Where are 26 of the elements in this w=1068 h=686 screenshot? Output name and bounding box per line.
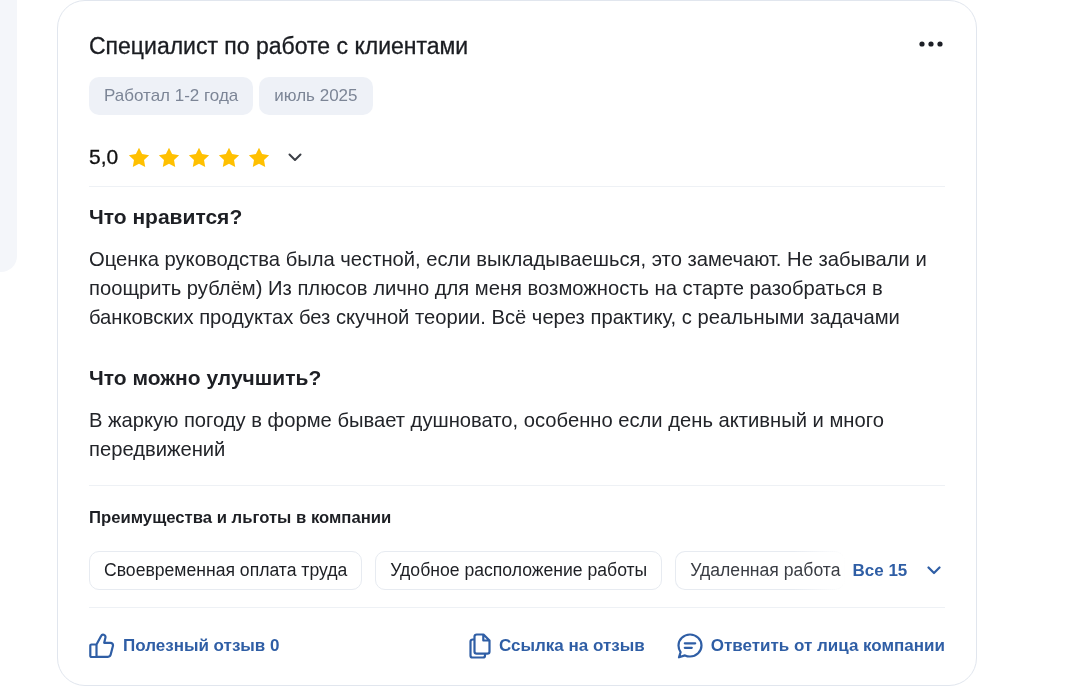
- benefits-heading: Преимущества и льготы в компании: [89, 507, 393, 529]
- show-all-button[interactable]: Все 15: [852, 558, 908, 583]
- star-icon: [128, 146, 151, 168]
- star-icon: [248, 146, 271, 168]
- chevron-down-icon[interactable]: [927, 566, 942, 575]
- benefit-tag: Своевременная оплата труда: [89, 551, 363, 590]
- section-heading: Что можно улучшить?: [89, 366, 323, 390]
- chat-bubble-icon: [676, 633, 703, 659]
- tag: июль 2025: [259, 77, 373, 115]
- rating-score: 5,0: [89, 144, 119, 170]
- section-heading: Что нравится?: [89, 205, 244, 229]
- copy-icon: [469, 633, 492, 659]
- reply-button[interactable]: Ответить от лица компании: [676, 633, 945, 659]
- review-text: В жаркую погоду в форме бывает душновато, особенно если день активный и много передвижений: [89, 408, 885, 462]
- star-icon: [218, 146, 241, 168]
- copy-link-button[interactable]: Ссылка на отзыв: [469, 633, 645, 659]
- star-icon: [158, 146, 181, 168]
- tag: Работал 1-2 года: [89, 77, 254, 115]
- star-icon: [188, 146, 211, 168]
- review-text: Оценка руководства была честной, если выкладываешься, это замечают. Не забывали и поощрить рублём) Из плюсов лично для меня возможность на старте разобраться в банковских продуктах без скучной теории. Всё через практику, с реальными задачами: [89, 247, 928, 330]
- benefit-tag: Удобное расположение работы: [375, 551, 663, 590]
- more-icon[interactable]: [919, 41, 943, 47]
- thumbs-up-icon: [89, 633, 115, 659]
- review-title: Специалист по работе с клиентами: [89, 32, 469, 60]
- chevron-down-icon[interactable]: [288, 152, 303, 162]
- helpful-button[interactable]: Полезный отзыв 0: [89, 633, 280, 659]
